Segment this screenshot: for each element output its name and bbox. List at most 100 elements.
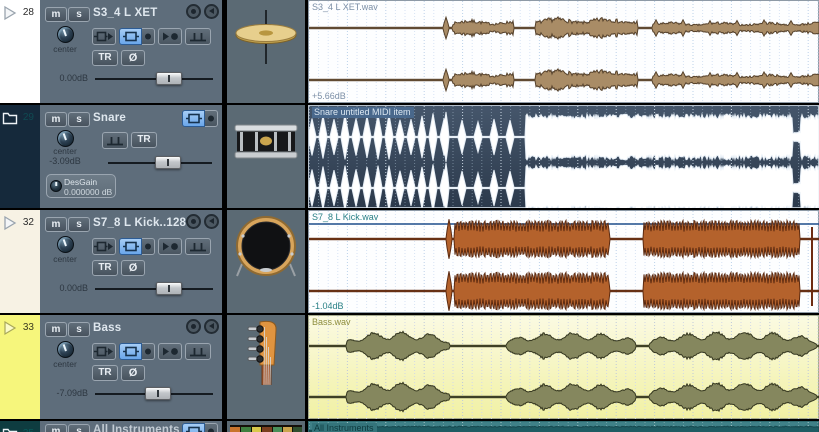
item-name-label: Bass.wav — [312, 317, 351, 327]
track-number: 33 — [22, 322, 34, 333]
phase-button[interactable]: Ø — [121, 50, 145, 66]
track-name: All Instruments — [93, 424, 180, 432]
trim-button[interactable]: TR — [92, 260, 118, 276]
fx-param-knob[interactable] — [50, 180, 62, 192]
record-input-mode-button[interactable] — [92, 28, 116, 45]
mute-button[interactable]: m — [45, 7, 67, 22]
track-control-panel: m s Bass center -7.09dB TR Ø — [40, 315, 222, 419]
pan-label: center — [53, 359, 77, 369]
io-mode-active-button[interactable] — [182, 110, 205, 127]
play-record-mode-button[interactable] — [158, 343, 182, 360]
solo-button[interactable]: s — [68, 217, 90, 232]
volume-fader[interactable] — [95, 386, 213, 401]
trim-button[interactable]: TR — [131, 132, 157, 148]
item-gain-label: +5.66dB — [312, 91, 346, 101]
waveform — [309, 211, 819, 313]
monitor-io-button-group — [119, 238, 155, 255]
track-channels-button[interactable] — [185, 28, 211, 45]
io-dot-button[interactable] — [142, 238, 155, 255]
phase-button[interactable]: Ø — [121, 365, 145, 381]
io-mode-active-button[interactable] — [119, 343, 142, 360]
fx-param-name: DesGain — [64, 177, 98, 187]
volume-fader[interactable] — [108, 155, 212, 170]
media-item[interactable]: S3_4 L XET.wav +5.66dB — [308, 0, 819, 103]
track-number: 29 — [22, 112, 34, 123]
io-dot-button[interactable] — [205, 423, 218, 432]
trim-button[interactable]: TR — [92, 50, 118, 66]
pan-label: center — [53, 146, 77, 156]
track-row-29: 29 m s Snare center -3.09dB TR DesGain 0… — [0, 105, 819, 208]
monitor-button[interactable] — [204, 4, 219, 19]
mute-button[interactable]: m — [45, 217, 67, 232]
record-arm-button[interactable] — [186, 214, 201, 229]
track-color-strip: 33 — [0, 315, 40, 419]
fader-handle[interactable] — [155, 156, 181, 169]
fader-handle[interactable] — [156, 72, 182, 85]
io-dot-button[interactable] — [205, 110, 218, 127]
media-item[interactable]: Snare untitled MIDI item — [308, 105, 819, 208]
track-channels-button[interactable] — [185, 238, 211, 255]
solo-button[interactable]: s — [68, 112, 90, 127]
io-mode-active-button[interactable] — [182, 423, 205, 432]
track-image-snare-drum — [227, 105, 305, 208]
item-name-label: Snare untitled MIDI item — [312, 107, 414, 118]
track-image-cymbal — [227, 0, 305, 103]
volume-fader[interactable] — [95, 71, 213, 86]
track-name: Snare — [93, 112, 126, 124]
record-arm-button[interactable] — [186, 319, 201, 334]
fader-handle[interactable] — [145, 387, 171, 400]
mute-button[interactable]: m — [45, 424, 67, 432]
io-dot-button[interactable] — [142, 343, 155, 360]
monitor-button[interactable] — [204, 214, 219, 229]
volume-fader[interactable] — [95, 281, 213, 296]
pan-knob[interactable] — [57, 341, 74, 358]
waveform — [309, 316, 819, 419]
solo-button[interactable]: s — [68, 424, 90, 432]
track-number: 32 — [22, 217, 34, 228]
record-input-mode-button[interactable] — [92, 238, 116, 255]
monitor-io-button-group — [182, 423, 218, 432]
track-row-28: 28 m s S3_4 L XET center 0.00dB TR Ø S3_… — [0, 0, 819, 103]
track-image-bass-guitar — [227, 315, 305, 419]
play-record-mode-button[interactable] — [158, 28, 182, 45]
record-input-mode-button[interactable] — [92, 343, 116, 360]
track-row-33: 33 m s Bass center -7.09dB TR Ø Bass.wav — [0, 315, 819, 419]
fx-param-desgain[interactable]: DesGain 0.000000 dB — [46, 174, 116, 198]
media-item[interactable]: S7_8 L Kick.wav -1.04dB — [308, 210, 819, 313]
volume-value: -3.09dB — [49, 156, 81, 166]
fader-track-line — [95, 287, 213, 290]
track-image-kick-drum — [227, 210, 305, 313]
pan-knob[interactable] — [57, 26, 74, 43]
volume-value: 0.00dB — [59, 283, 88, 293]
fx-param-value: 0.000000 dB — [64, 187, 113, 197]
pan-knob[interactable] — [57, 130, 74, 147]
solo-button[interactable]: s — [68, 322, 90, 337]
pan-label: center — [53, 44, 77, 54]
play-record-mode-button[interactable] — [158, 238, 182, 255]
track-channels-button[interactable] — [102, 132, 128, 149]
pan-knob[interactable] — [57, 236, 74, 253]
trim-button[interactable]: TR — [92, 365, 118, 381]
io-mode-active-button[interactable] — [119, 238, 142, 255]
track-row-32: 32 m s S7_8 L Kick..128 center 0.00dB TR… — [0, 210, 819, 313]
track-name: S7_8 L Kick..128 — [93, 217, 187, 229]
fader-track-line — [95, 77, 213, 80]
track-name: S3_4 L XET — [93, 7, 158, 19]
media-item[interactable]: Bass.wav — [308, 315, 819, 419]
solo-button[interactable]: s — [68, 7, 90, 22]
mute-button[interactable]: m — [45, 112, 67, 127]
record-arm-button[interactable] — [186, 4, 201, 19]
track-control-panel: m s S3_4 L XET center 0.00dB TR Ø — [40, 0, 222, 103]
mute-button[interactable]: m — [45, 322, 67, 337]
fader-handle[interactable] — [156, 282, 182, 295]
media-item[interactable]: All Instruments — [308, 421, 819, 432]
phase-button[interactable]: Ø — [121, 260, 145, 276]
monitor-button[interactable] — [204, 319, 219, 334]
track-channels-button[interactable] — [185, 343, 211, 360]
monitor-io-button-group — [119, 28, 155, 45]
io-dot-button[interactable] — [142, 28, 155, 45]
io-mode-active-button[interactable] — [119, 28, 142, 45]
track-number: 28 — [22, 7, 34, 18]
track-number: 35 — [0, 428, 34, 432]
waveform — [309, 1, 819, 103]
